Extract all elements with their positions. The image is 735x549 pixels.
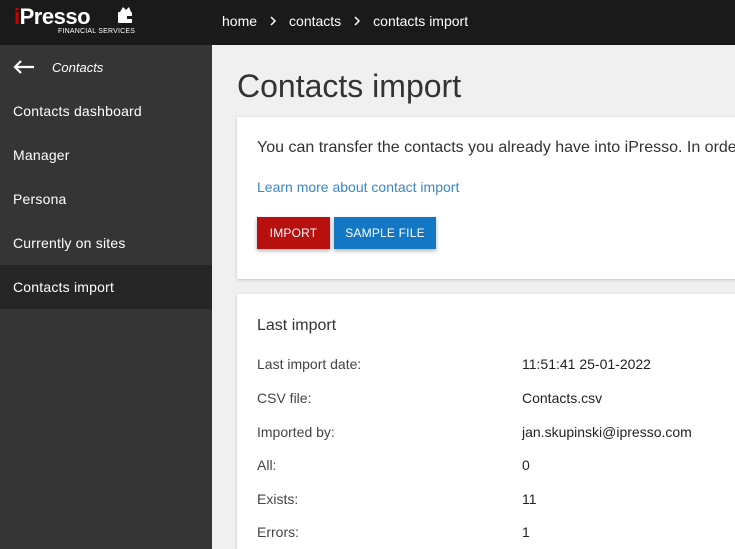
exists-value: 11 (522, 491, 537, 507)
breadcrumb-contacts-import: contacts import (373, 13, 469, 29)
last-import-title: Last import (257, 317, 337, 334)
wallet-icon (117, 6, 133, 29)
sidebar-item-contacts-import[interactable]: Contacts import (0, 265, 212, 309)
imported-by-label: Imported by: (257, 424, 335, 440)
all-value: 0 (522, 457, 530, 473)
sidebar-item-currently-on-sites[interactable]: Currently on sites (0, 221, 212, 265)
breadcrumb-contacts[interactable]: contacts (289, 13, 341, 29)
import-intro-card: You can transfer the contacts you alread… (237, 117, 735, 279)
csv-file-value: Contacts.csv (522, 390, 603, 406)
last-import-date-label: Last import date: (257, 356, 362, 372)
sidebar-item-persona[interactable]: Persona (0, 177, 212, 221)
learn-more-link[interactable]: Learn more about contact import (257, 179, 459, 195)
chevron-right-icon (353, 13, 361, 29)
sample-file-button[interactable]: SAMPLE FILE (334, 217, 436, 249)
errors-value: 1 (522, 524, 530, 540)
sidebar-back-contacts[interactable]: Contacts (0, 45, 212, 89)
sidebar: Contacts Contacts dashboard Manager Pers… (0, 45, 212, 549)
import-button[interactable]: IMPORT (257, 217, 330, 249)
sidebar-item-manager[interactable]: Manager (0, 133, 212, 177)
intro-text: You can transfer the contacts you alread… (257, 139, 735, 156)
top-bar: iPresso FINANCIAL SERVICES home contacts… (0, 0, 735, 45)
last-import-date-value: 11:51:41 25-01-2022 (522, 356, 651, 372)
imported-by-value: jan.skupinski@ipresso.com (522, 424, 692, 440)
errors-label: Errors: (257, 524, 299, 540)
exists-label: Exists: (257, 491, 299, 507)
breadcrumb: home contacts contacts import (222, 13, 468, 29)
logo-wordmark: iPresso (14, 4, 91, 29)
breadcrumb-home[interactable]: home (222, 13, 257, 29)
logo-subtitle: FINANCIAL SERVICES (58, 28, 136, 35)
csv-file-label: CSV file: (257, 390, 312, 406)
ipresso-logo[interactable]: iPresso FINANCIAL SERVICES (14, 5, 144, 39)
sidebar-item-contacts-dashboard[interactable]: Contacts dashboard (0, 89, 212, 133)
chevron-right-icon (269, 13, 277, 29)
arrow-left-icon (13, 60, 35, 79)
page-title: Contacts import (237, 68, 462, 104)
all-label: All: (257, 457, 277, 473)
sidebar-back-label: Contacts (52, 60, 104, 75)
last-import-card: Last import Last import date: 11:51:41 2… (237, 294, 735, 549)
